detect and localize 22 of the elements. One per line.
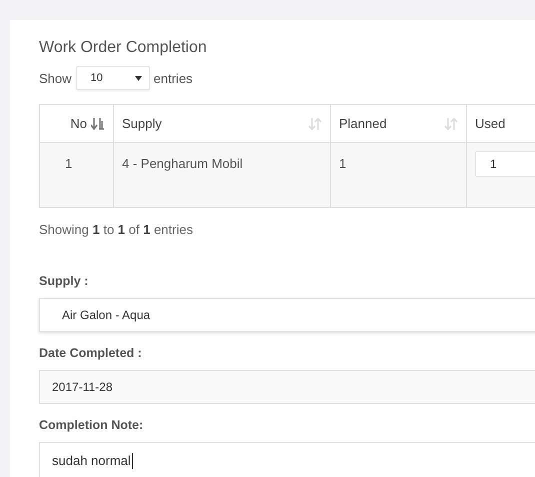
date-field[interactable]: 2017-11-28 xyxy=(39,370,535,404)
caret-icon xyxy=(134,76,142,80)
field-label: Completion Note: xyxy=(39,418,144,434)
table-cell: 4 - Pengharum Mobil xyxy=(114,142,330,208)
column-header[interactable]: Supply xyxy=(114,104,330,142)
table-cell: 1 xyxy=(40,142,114,208)
entries-dropdown[interactable]: 10 xyxy=(76,66,150,90)
sort-icon xyxy=(308,118,322,130)
column-header[interactable]: No xyxy=(40,104,114,142)
entries-label: entries xyxy=(154,70,193,86)
sort-icon xyxy=(91,118,105,130)
note-textarea[interactable]: sudah normal xyxy=(39,442,535,477)
supply-select[interactable]: Air Galon - Aqua xyxy=(39,298,535,332)
field-label: Supply : xyxy=(39,274,90,290)
show-label: Show xyxy=(39,70,72,86)
table-info: Showing 1 to 1 of 1 entries xyxy=(39,222,194,237)
column-header[interactable]: Planned xyxy=(330,104,466,142)
table-cell: 1 xyxy=(330,142,466,208)
panel-title: Work Order Completion xyxy=(39,39,208,58)
field-label: Date Completed : xyxy=(39,346,143,362)
sort-icon xyxy=(444,118,458,130)
used-input[interactable]: 1 xyxy=(475,151,535,177)
